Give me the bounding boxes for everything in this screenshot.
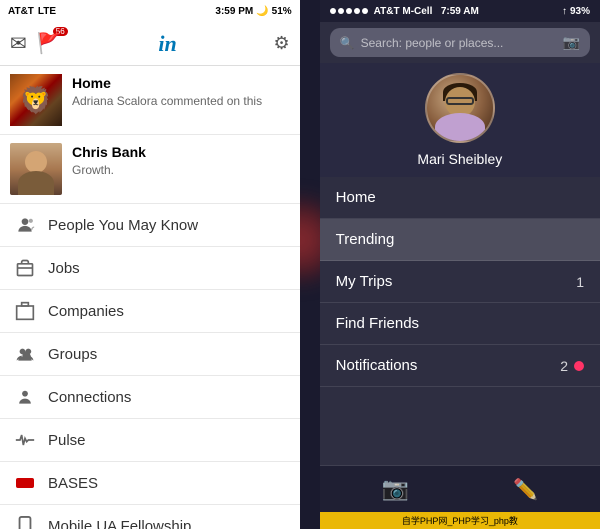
carrier-left: AT&T — [8, 6, 34, 17]
menu-label-bases: BASES — [48, 475, 98, 492]
signal-dots: AT&T M-Cell — [330, 6, 433, 17]
flag-icon[interactable]: 🚩 — [37, 31, 62, 56]
right-panel: AT&T M-Cell 7:59 AM ↑ 93% 🔍 Search: peop… — [320, 0, 600, 529]
feed-title-home: Home — [72, 74, 290, 92]
feed-avatar-lion: 🦁 — [10, 74, 62, 126]
signal-dot-5 — [362, 8, 368, 14]
red-blob-decoration — [300, 200, 320, 280]
menu-item-mobile-ua[interactable]: Mobile UA Fellowship — [0, 505, 300, 529]
search-icon-right: 🔍 — [340, 36, 355, 50]
my-trips-badge: 1 — [576, 274, 584, 290]
pulse-icon — [14, 429, 36, 451]
jobs-icon — [14, 257, 36, 279]
feed-avatar-chris — [10, 143, 62, 195]
notifications-badge-num: 2 — [560, 358, 568, 374]
carrier-right: AT&T M-Cell — [330, 6, 433, 17]
battery-left: 51% — [272, 6, 292, 17]
linkedin-logo: in — [158, 31, 176, 57]
battery-info-left: 3:59 PM 🌙 51% — [215, 6, 291, 17]
right-menu-notifications[interactable]: Notifications 2 — [320, 345, 600, 387]
connections-icon — [14, 386, 36, 408]
right-menu-label-mytrips: My Trips — [336, 273, 393, 290]
menu-label-pulse: Pulse — [48, 432, 86, 449]
person-body — [18, 171, 54, 195]
menu-item-jobs[interactable]: Jobs — [0, 247, 300, 290]
left-panel: AT&T LTE 3:59 PM 🌙 51% ✉ 56 🚩 in ⚙ 🦁 — [0, 0, 300, 529]
notifications-badge-dot — [574, 361, 584, 371]
mail-icon[interactable]: ✉ — [10, 31, 27, 56]
right-menu-mytrips[interactable]: My Trips 1 — [320, 261, 600, 303]
notifications-badge: 2 — [560, 358, 584, 374]
watermark-text: 自学PHP网_PHP学习_php教 — [402, 516, 518, 526]
profile-section[interactable]: Mari Sheibley — [320, 63, 600, 177]
camera-toolbar-icon[interactable]: 📷 — [382, 476, 409, 502]
menu-label-people: People You May Know — [48, 217, 198, 234]
menu-item-groups[interactable]: Groups — [0, 333, 300, 376]
bottom-toolbar-right: 📷 ✏️ — [320, 465, 600, 512]
middle-strip — [300, 0, 320, 529]
gear-icon[interactable]: ⚙ — [274, 33, 290, 54]
menu-label-companies: Companies — [48, 303, 124, 320]
feed-text-home: Home Adriana Scalora commented on this — [72, 74, 290, 110]
camera-search-icon[interactable]: 📷 — [563, 34, 580, 51]
bases-icon — [14, 472, 36, 494]
menu-item-pulse[interactable]: Pulse — [0, 419, 300, 462]
profile-avatar — [425, 73, 495, 143]
person-head — [25, 151, 47, 173]
search-placeholder-right: Search: people or places... — [361, 36, 504, 50]
people-icon — [14, 214, 36, 236]
menu-label-jobs: Jobs — [48, 260, 80, 277]
feed-subtitle-chris: Growth. — [72, 163, 290, 179]
time-right: 7:59 AM — [441, 6, 479, 17]
status-bar-right: AT&T M-Cell 7:59 AM ↑ 93% — [320, 0, 600, 22]
search-bar[interactable]: 🔍 Search: people or places... 📷 — [330, 28, 590, 57]
avatar-glasses — [446, 97, 474, 105]
menu-item-bases[interactable]: BASES — [0, 462, 300, 505]
avatar-body — [435, 113, 485, 141]
companies-icon — [14, 300, 36, 322]
signal-dot-3 — [346, 8, 352, 14]
wifi-arrow-icon: ↑ — [562, 6, 567, 17]
signal-dot-1 — [330, 8, 336, 14]
top-nav-left: ✉ 56 🚩 in ⚙ — [0, 22, 300, 66]
my-trips-badge-num: 1 — [576, 274, 584, 290]
moon-icon: 🌙 — [256, 6, 268, 17]
right-menu-trending[interactable]: Trending — [320, 219, 600, 261]
feed-subtitle-home: Adriana Scalora commented on this — [72, 94, 290, 110]
right-menu-label-findfriends: Find Friends — [336, 315, 419, 332]
groups-icon — [14, 343, 36, 365]
menu-label-connections: Connections — [48, 389, 131, 406]
feed-item-chris[interactable]: Chris Bank Growth. — [0, 135, 300, 204]
menu-label-groups: Groups — [48, 346, 97, 363]
avatar-inner — [427, 75, 493, 141]
lion-emoji: 🦁 — [20, 85, 52, 116]
profile-name: Mari Sheibley — [417, 151, 502, 167]
battery-right: 93% — [570, 6, 590, 17]
right-menu-findfriends[interactable]: Find Friends — [320, 303, 600, 345]
menu-item-people[interactable]: People You May Know — [0, 204, 300, 247]
feed-text-chris: Chris Bank Growth. — [72, 143, 290, 179]
right-menu-label-home: Home — [336, 189, 376, 206]
menu-item-connections[interactable]: Connections — [0, 376, 300, 419]
carrier-info-left: AT&T LTE — [8, 6, 56, 17]
right-menu-label-trending: Trending — [336, 231, 395, 248]
compose-toolbar-icon[interactable]: ✏️ — [513, 477, 538, 502]
feed-section: 🦁 Home Adriana Scalora commented on this… — [0, 66, 300, 529]
menu-item-companies[interactable]: Companies — [0, 290, 300, 333]
right-menu-home[interactable]: Home — [320, 177, 600, 219]
mobile-ua-icon — [14, 515, 36, 529]
status-bar-left: AT&T LTE 3:59 PM 🌙 51% — [0, 0, 300, 22]
nav-icons-left: ✉ 56 🚩 — [10, 31, 62, 56]
feed-item-home[interactable]: 🦁 Home Adriana Scalora commented on this — [0, 66, 300, 135]
watermark: 自学PHP网_PHP学习_php教 — [320, 512, 600, 529]
signal-dot-2 — [338, 8, 344, 14]
battery-info-right: ↑ 93% — [562, 6, 590, 17]
feed-title-chris: Chris Bank — [72, 143, 290, 161]
signal-dot-4 — [354, 8, 360, 14]
time-left: 3:59 PM — [215, 6, 253, 17]
network-type-left: LTE — [38, 6, 56, 17]
carrier-name-right: AT&T M-Cell — [374, 6, 433, 17]
menu-label-mobile-ua: Mobile UA Fellowship — [48, 518, 191, 529]
right-menu-label-notifications: Notifications — [336, 357, 418, 374]
